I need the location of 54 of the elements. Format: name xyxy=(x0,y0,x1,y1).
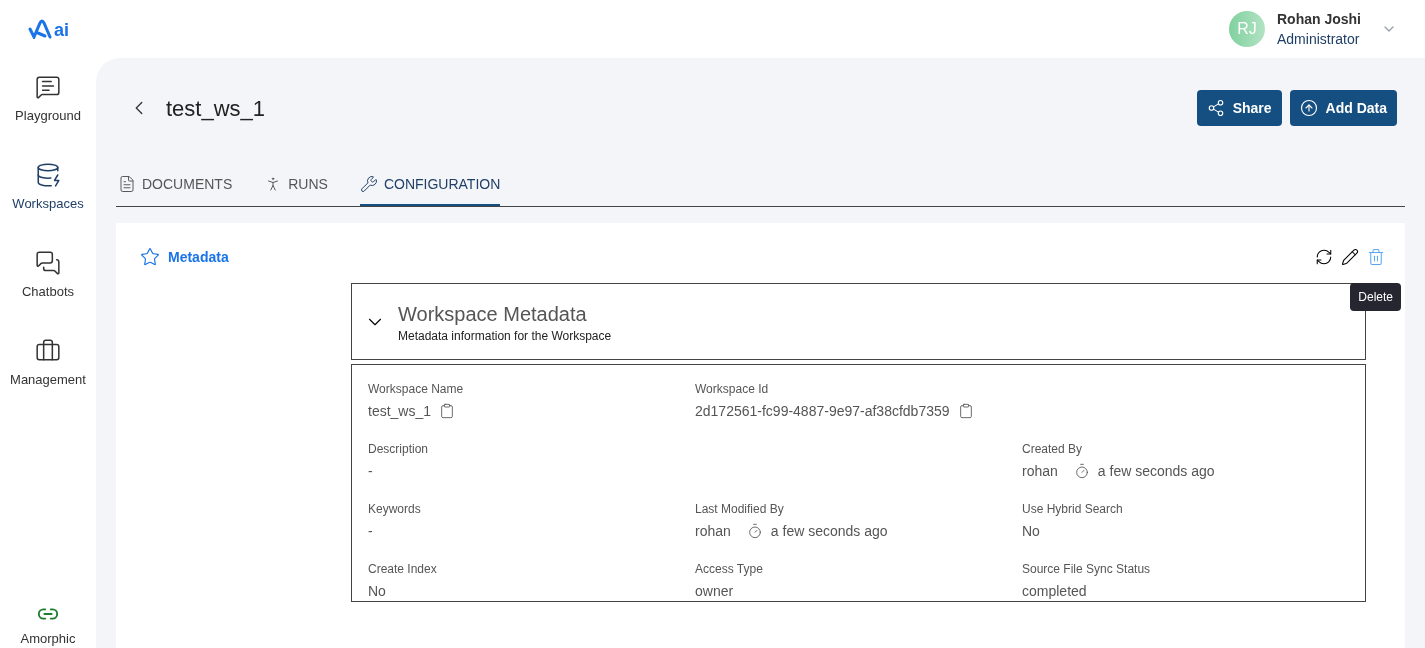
tab[interactable]: DOCUMENTS xyxy=(118,174,233,206)
user-role: Administrator xyxy=(1277,30,1361,49)
star-icon xyxy=(140,247,160,267)
field-value: completed xyxy=(1022,582,1087,601)
sidebar-item[interactable]: Management xyxy=(10,338,86,426)
timestamp: a few seconds ago xyxy=(1097,462,1215,481)
field-value: owner xyxy=(695,582,734,601)
field-label: Create Index xyxy=(368,561,438,577)
logo[interactable]: ai xyxy=(28,19,69,39)
field-value: No xyxy=(1022,522,1040,541)
copy-icon[interactable] xyxy=(439,403,456,419)
timer-icon xyxy=(1073,463,1090,479)
page-title: test_ws_1 xyxy=(166,94,266,123)
copy-icon[interactable] xyxy=(957,403,974,419)
section-title: Metadata xyxy=(168,248,229,267)
accordion-subtitle: Metadata information for the Workspace xyxy=(398,327,612,344)
timer-icon xyxy=(746,523,763,539)
field-label: Last Modified By xyxy=(695,501,785,517)
edit-icon[interactable] xyxy=(1341,248,1359,266)
chat-bubble-icon xyxy=(35,74,61,100)
field-value: test_ws_1 xyxy=(368,402,432,421)
chat-bubbles-icon xyxy=(35,250,61,276)
field-value: rohan xyxy=(695,522,731,541)
field-value: No xyxy=(368,582,386,601)
field-label: Workspace Id xyxy=(695,381,770,397)
tools-icon xyxy=(359,175,378,193)
field-value: rohan xyxy=(1022,462,1058,481)
field-label: Workspace Name xyxy=(368,381,465,397)
field-label: Keywords xyxy=(368,501,422,517)
accordion-title: Workspace Metadata xyxy=(398,301,588,327)
tab[interactable]: CONFIGURATION xyxy=(359,174,501,206)
timestamp: a few seconds ago xyxy=(770,522,888,541)
tooltip: Delete xyxy=(1350,283,1401,311)
field-value: 2d172561-fc99-4887-9e97-af38cfdb7359 xyxy=(695,402,950,421)
field-label: Created By xyxy=(1022,441,1084,457)
share-icon xyxy=(1206,99,1225,117)
field-label: Use Hybrid Search xyxy=(1022,501,1124,517)
field-value: - xyxy=(368,462,373,481)
sidebar-item[interactable]: Chatbots xyxy=(21,250,74,338)
header-button[interactable]: Share xyxy=(1196,90,1282,126)
header-button[interactable]: Add Data xyxy=(1289,90,1397,126)
field-label: Access Type xyxy=(695,561,764,577)
refresh-icon[interactable] xyxy=(1315,248,1333,266)
field-label: Source File Sync Status xyxy=(1022,561,1152,577)
sidebar-item[interactable]: Playground xyxy=(15,74,81,162)
tab[interactable]: RUNS xyxy=(264,174,328,206)
sidebar-item[interactable]: Workspaces xyxy=(12,162,84,250)
document-icon xyxy=(118,175,136,193)
trash-icon[interactable] xyxy=(1367,248,1385,266)
field-label: Description xyxy=(368,441,430,457)
user-name: Rohan Joshi xyxy=(1277,10,1361,29)
upload-icon xyxy=(1299,99,1318,117)
sidebar-item[interactable]: Amorphic xyxy=(20,602,76,648)
field-value: - xyxy=(368,522,373,541)
